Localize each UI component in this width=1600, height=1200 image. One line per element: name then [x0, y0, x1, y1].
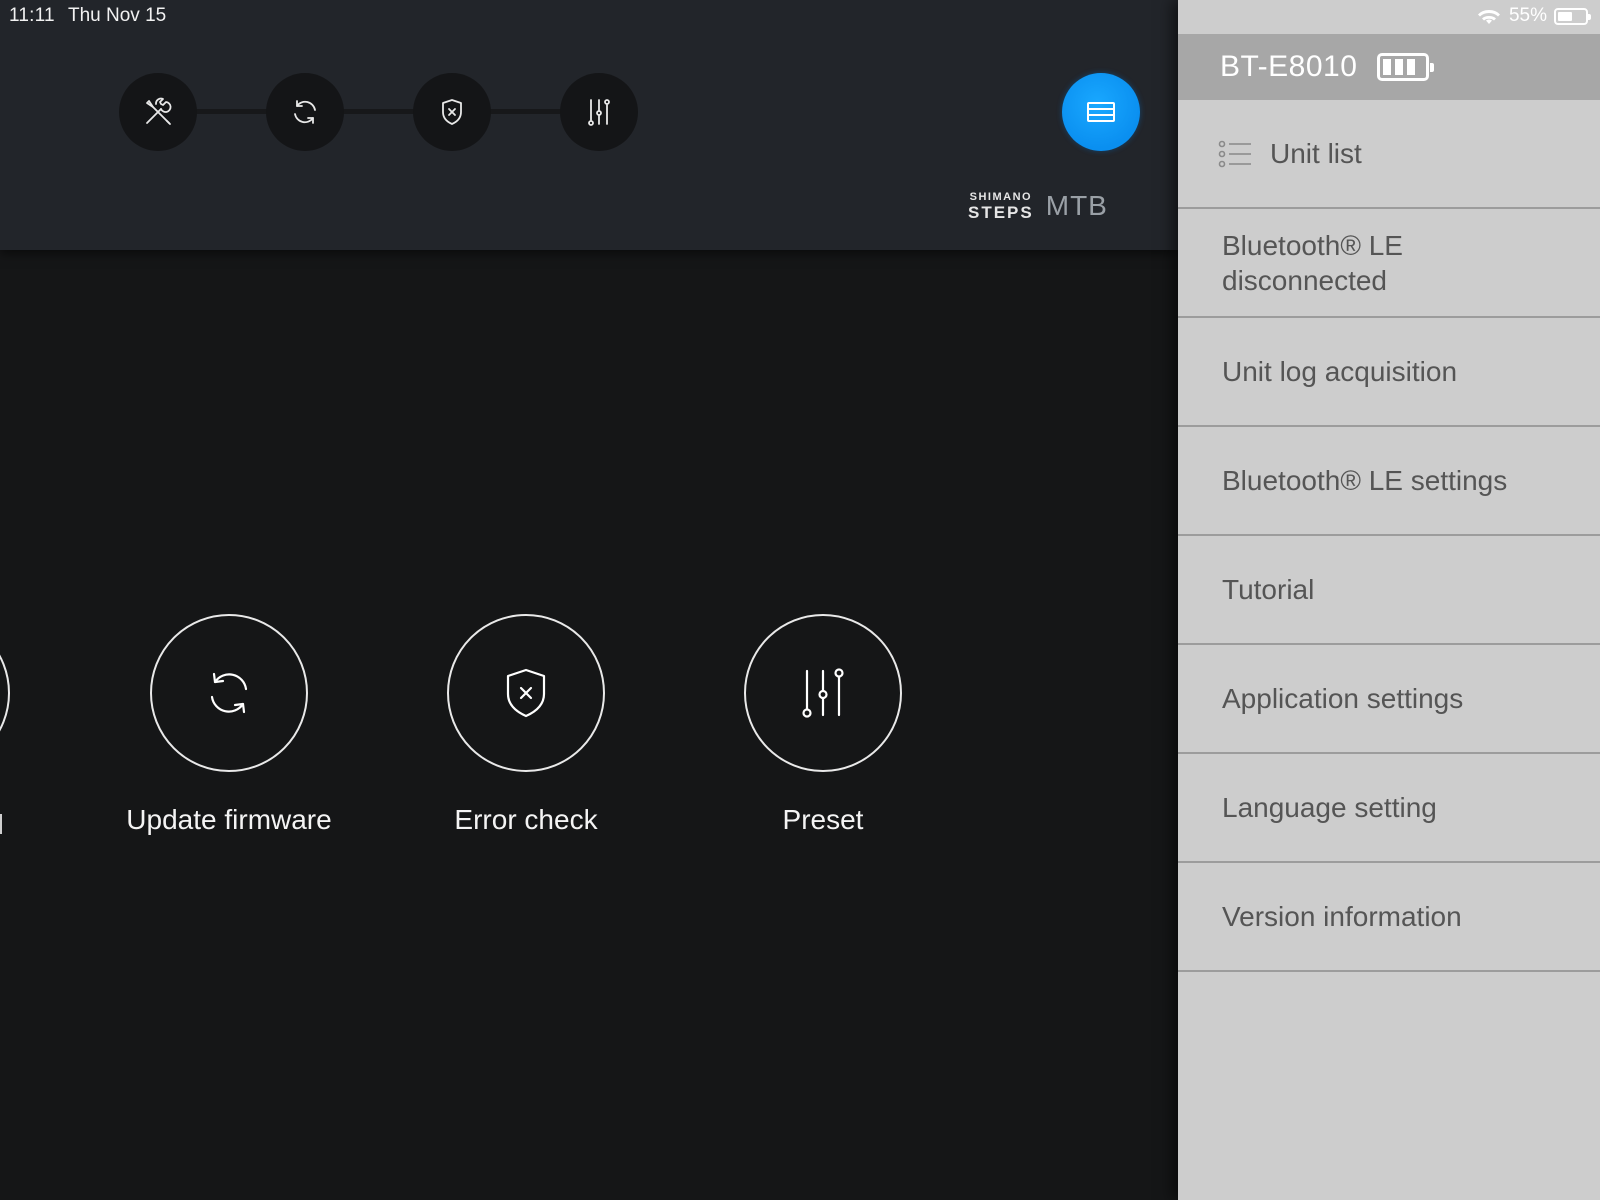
- step-update[interactable]: [266, 73, 344, 151]
- step-tools[interactable]: [119, 73, 197, 151]
- feature-error-check[interactable]: Error check: [406, 614, 646, 836]
- menu-item-unit-log[interactable]: Unit log acquisition: [1178, 318, 1600, 427]
- refresh-icon: [294, 100, 316, 124]
- feature-previous-label-stub: [0, 814, 2, 834]
- menu-list: Unit list Bluetooth® LE disconnected Uni…: [1178, 100, 1600, 972]
- wifi-icon: [1477, 10, 1500, 24]
- header: 11:11 Thu Nov 15 SHIMANO STEPS MTB: [0, 0, 1178, 250]
- menu-button[interactable]: [1062, 73, 1140, 151]
- menu-item-bluetooth-settings[interactable]: Bluetooth® LE settings: [1178, 427, 1600, 536]
- menu-item-application-settings[interactable]: Application settings: [1178, 645, 1600, 754]
- menu-item-version-information[interactable]: Version information: [1178, 863, 1600, 972]
- main-panel: 11:11 Thu Nov 15 SHIMANO STEPS MTB Updat…: [0, 0, 1178, 1200]
- feature-preset[interactable]: Preset: [703, 614, 943, 836]
- sliders-icon: [588, 99, 610, 126]
- status-time: 11:11: [9, 5, 55, 26]
- brand: SHIMANO STEPS MTB: [968, 190, 1108, 222]
- feature-label: Error check: [454, 804, 598, 835]
- feature-update-firmware[interactable]: Update firmware: [109, 614, 349, 836]
- menu-item-label: Bluetooth® LE disconnected: [1222, 229, 1403, 296]
- menu-item-bluetooth-status[interactable]: Bluetooth® LE disconnected: [1178, 209, 1600, 318]
- status-right: 55%: [1477, 5, 1591, 27]
- menu-item-label: Language setting: [1222, 792, 1437, 823]
- step-error-check[interactable]: [413, 73, 491, 151]
- menu-item-unit-list[interactable]: Unit list: [1178, 100, 1600, 209]
- feature-label: Preset: [782, 804, 864, 835]
- device-bar[interactable]: BT-E8010: [1178, 34, 1600, 100]
- menu-item-label: Version information: [1222, 901, 1462, 932]
- menu-item-label: Unit list: [1270, 138, 1362, 169]
- shield-x-icon: [442, 99, 462, 125]
- menu-item-label: Unit log acquisition: [1222, 356, 1458, 387]
- menu-item-tutorial[interactable]: Tutorial: [1178, 536, 1600, 645]
- feature-circle[interactable]: [150, 614, 308, 772]
- brand-logo-bottom: STEPS: [968, 202, 1034, 222]
- feature-previous-circle[interactable]: [0, 614, 10, 772]
- brand-logo-top: SHIMANO: [969, 190, 1033, 203]
- feature-circle[interactable]: [447, 614, 605, 772]
- menu-list-icon: [1087, 102, 1115, 122]
- wrench-screwdriver-icon: [146, 97, 172, 125]
- feature-label: Update firmware: [126, 804, 332, 835]
- device-battery-bar: [1383, 59, 1392, 75]
- device-battery-bar: [1395, 59, 1404, 75]
- menu-item-label: Application settings: [1222, 683, 1464, 714]
- list-icon: [1218, 140, 1251, 167]
- step-preset[interactable]: [560, 73, 638, 151]
- step-progress-line: [158, 109, 598, 114]
- status-date: Thu Nov 15: [68, 5, 167, 26]
- refresh-icon: [210, 672, 248, 714]
- battery-icon: [1554, 7, 1591, 25]
- menu-item-label: Bluetooth® LE settings: [1222, 465, 1508, 496]
- shimano-steps-logo: SHIMANO STEPS: [968, 190, 1034, 222]
- battery-percent: 55%: [1508, 5, 1547, 26]
- menu-item-language-setting[interactable]: Language setting: [1178, 754, 1600, 863]
- device-name: BT-E8010: [1220, 50, 1358, 83]
- device-battery-icon: [1377, 53, 1435, 81]
- sliders-icon: [802, 668, 844, 718]
- menu-item-label: Tutorial: [1222, 574, 1315, 605]
- sidebar-menu: 55% BT-E8010 Unit list Bluetooth® LE dis…: [1178, 0, 1600, 1200]
- feature-circle[interactable]: [744, 614, 902, 772]
- battery-fill: [1558, 11, 1573, 21]
- device-battery-bar: [1407, 59, 1416, 75]
- brand-suffix: MTB: [1045, 190, 1108, 221]
- shield-x-icon: [506, 668, 546, 718]
